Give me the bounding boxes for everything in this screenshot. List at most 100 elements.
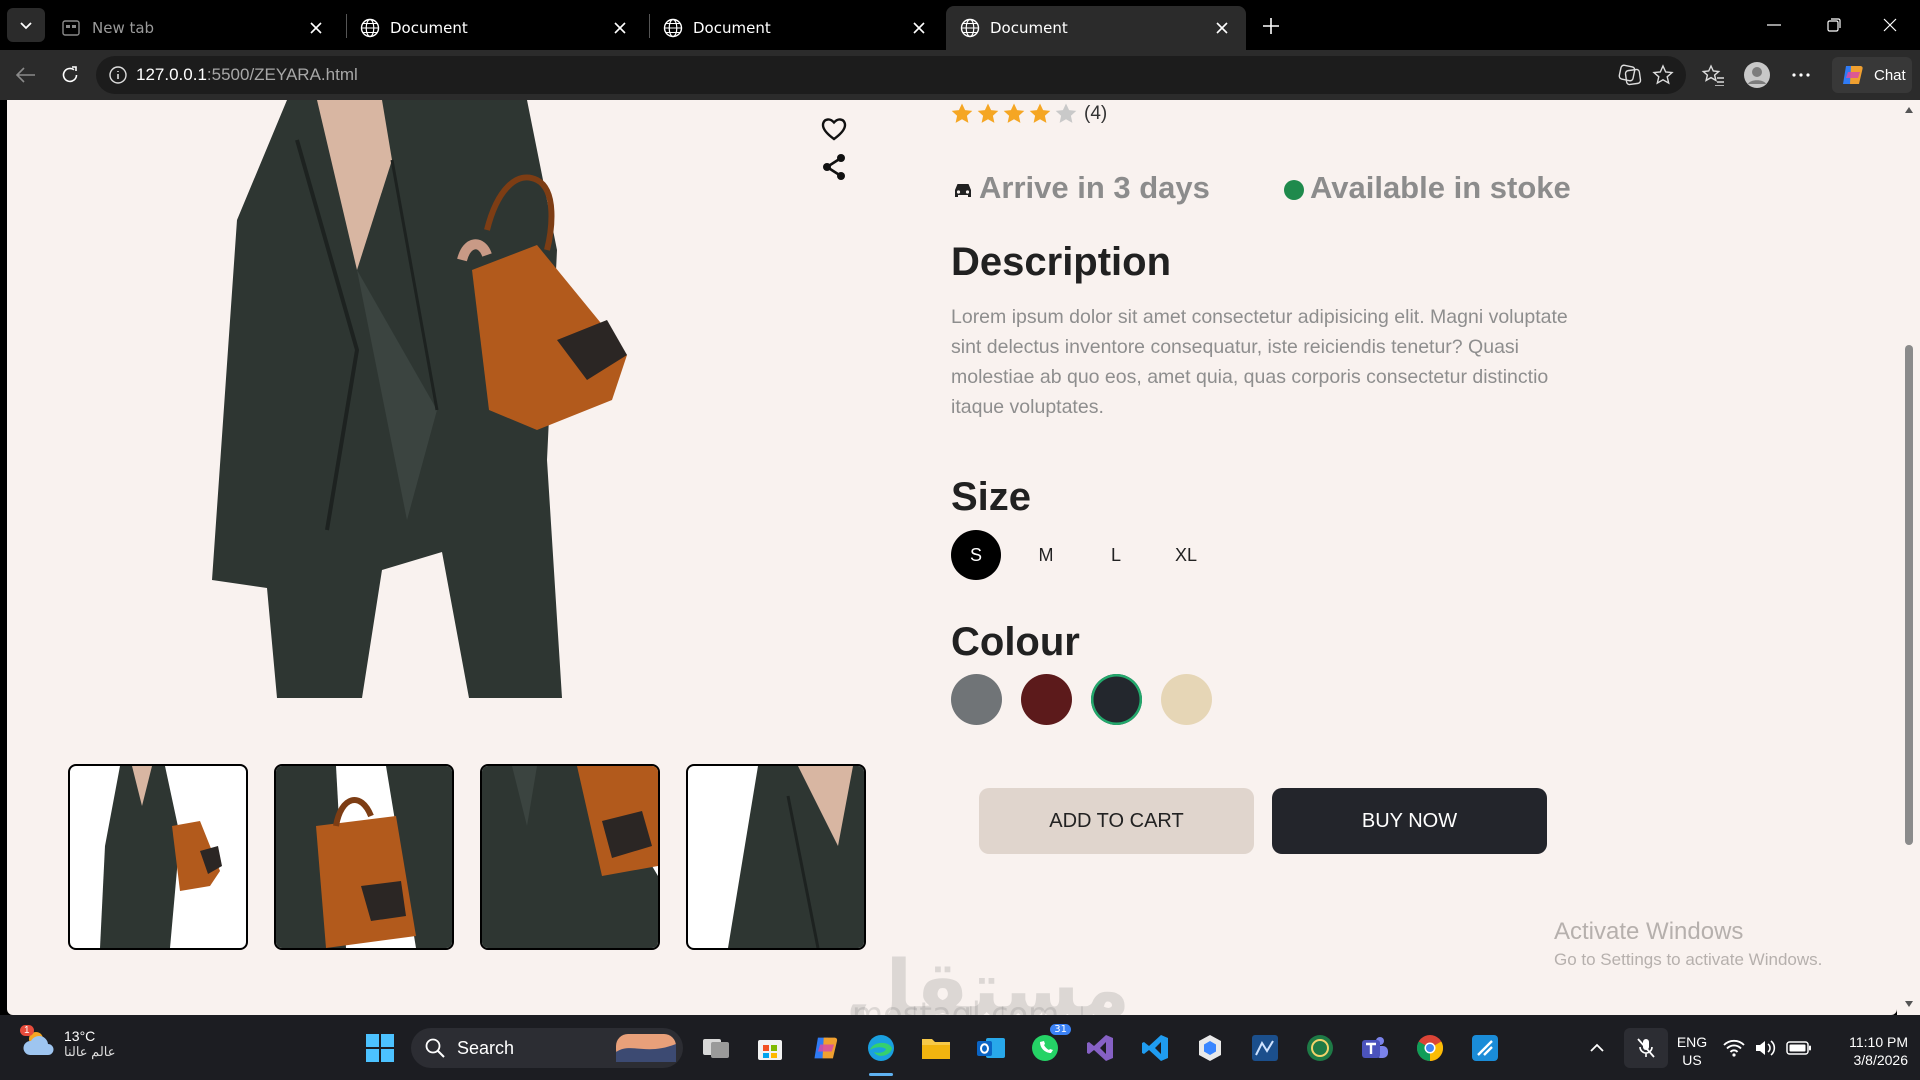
product-thumbnail[interactable] bbox=[68, 764, 248, 950]
restore-icon bbox=[1827, 18, 1841, 32]
page-scrollbar[interactable] bbox=[1897, 100, 1920, 1015]
read-aloud-icon[interactable] bbox=[1618, 64, 1642, 90]
microsoft-store-icon[interactable] bbox=[750, 1028, 790, 1068]
browser-toolbar: 127.0.0.1:5500/ZEYARA.html Chat bbox=[0, 50, 1920, 100]
plus-icon bbox=[1263, 18, 1279, 34]
arrow-left-icon bbox=[16, 67, 35, 83]
share-icon bbox=[823, 154, 845, 180]
scroll-up-arrow-icon[interactable] bbox=[1903, 104, 1915, 116]
scrollbar-thumb[interactable] bbox=[1905, 345, 1913, 845]
visual-studio-icon[interactable] bbox=[1080, 1028, 1120, 1068]
clock[interactable]: 11:10 PM 3/8/2026 bbox=[1828, 1033, 1908, 1069]
copilot-icon bbox=[1843, 66, 1863, 84]
buy-now-button[interactable]: BUY NOW bbox=[1272, 788, 1547, 854]
size-option-xl[interactable]: XL bbox=[1161, 530, 1211, 580]
new-tab-button[interactable] bbox=[1256, 14, 1286, 38]
minimize-button[interactable] bbox=[1756, 10, 1792, 40]
tab-document-active[interactable]: Document bbox=[946, 6, 1246, 50]
refresh-button[interactable] bbox=[54, 60, 86, 90]
vscode-icon[interactable] bbox=[1135, 1028, 1175, 1068]
weather-temperature: 13°C bbox=[64, 1028, 96, 1044]
heart-icon bbox=[821, 118, 847, 141]
whatsapp-badge: 31 bbox=[1050, 1024, 1071, 1035]
teams-icon[interactable] bbox=[1355, 1028, 1395, 1068]
tray-overflow-chevron-icon[interactable] bbox=[1582, 1028, 1612, 1068]
activate-windows-subtitle: Go to Settings to activate Windows. bbox=[1554, 950, 1823, 969]
star-filled-icon bbox=[1029, 103, 1051, 123]
close-window-button[interactable] bbox=[1872, 10, 1908, 40]
colour-swatch-charcoal[interactable] bbox=[1091, 674, 1142, 725]
favorites-button[interactable] bbox=[1698, 60, 1728, 90]
activate-windows-notice: Activate Windows Go to Settings to activ… bbox=[1554, 918, 1822, 970]
url-path: :5500/ZEYARA.html bbox=[206, 65, 358, 84]
tab-document-2[interactable]: Document bbox=[649, 6, 943, 50]
tab-document-1[interactable]: Document bbox=[346, 6, 644, 50]
microphone-muted-icon[interactable] bbox=[1624, 1028, 1668, 1068]
rating-count: (4) bbox=[1084, 103, 1108, 124]
tab-title: Document bbox=[693, 19, 771, 37]
weather-badge: 1 bbox=[20, 1025, 34, 1036]
weather-widget[interactable]: 1 13°C عالم عالنا bbox=[20, 1025, 116, 1061]
language-code: ENG bbox=[1676, 1034, 1708, 1050]
language-indicator[interactable]: ENG US bbox=[1672, 1033, 1712, 1069]
product-thumbnail[interactable] bbox=[480, 764, 660, 950]
start-button[interactable] bbox=[360, 1028, 400, 1068]
size-option-m[interactable]: M bbox=[1021, 530, 1071, 580]
address-bar[interactable]: 127.0.0.1:5500/ZEYARA.html bbox=[96, 56, 1686, 94]
outlook-icon[interactable] bbox=[971, 1028, 1011, 1068]
close-tab-icon[interactable] bbox=[306, 18, 326, 38]
favorite-star-icon[interactable] bbox=[1652, 64, 1674, 90]
globe-icon bbox=[663, 18, 683, 38]
file-explorer-icon[interactable] bbox=[916, 1028, 956, 1068]
profile-button[interactable] bbox=[1742, 60, 1772, 90]
app-hexagon-icon[interactable] bbox=[1190, 1028, 1230, 1068]
colour-swatch-maroon[interactable] bbox=[1021, 674, 1072, 725]
watermark-url: mostaql.com bbox=[852, 995, 1060, 1015]
close-tab-icon[interactable] bbox=[1212, 18, 1232, 38]
quran-app-icon[interactable] bbox=[1300, 1028, 1340, 1068]
wifi-icon[interactable] bbox=[1720, 1028, 1748, 1068]
tab-actions-menu-button[interactable] bbox=[7, 8, 45, 42]
tab-title: New tab bbox=[92, 19, 155, 37]
taskbar-search[interactable]: Search bbox=[411, 1028, 683, 1068]
weather-location: عالم عالنا bbox=[64, 1044, 116, 1059]
product-thumbnail[interactable] bbox=[274, 764, 454, 950]
sql-app-icon[interactable] bbox=[1245, 1028, 1285, 1068]
settings-more-button[interactable] bbox=[1786, 60, 1816, 90]
back-button[interactable] bbox=[10, 60, 42, 90]
add-to-cart-button[interactable]: ADD TO CART bbox=[979, 788, 1254, 854]
copilot-chat-button[interactable]: Chat bbox=[1832, 57, 1912, 93]
star-filled-icon bbox=[1003, 103, 1025, 123]
activate-windows-title: Activate Windows bbox=[1554, 918, 1744, 945]
close-tab-icon[interactable] bbox=[610, 18, 630, 38]
url-text: 127.0.0.1:5500/ZEYARA.html bbox=[136, 65, 358, 85]
delivery-text: Arrive in 3 days bbox=[979, 170, 1210, 205]
refresh-icon bbox=[62, 66, 78, 83]
edge-browser-icon[interactable] bbox=[861, 1028, 901, 1076]
colour-swatch-grey[interactable] bbox=[951, 674, 1002, 725]
size-option-l[interactable]: L bbox=[1091, 530, 1141, 580]
scroll-down-arrow-icon[interactable] bbox=[1903, 998, 1915, 1010]
delivery-info: Arrive in 3 days bbox=[951, 170, 1210, 206]
chevron-down-icon bbox=[20, 22, 32, 30]
snipping-tool-icon[interactable] bbox=[1465, 1028, 1505, 1068]
close-tab-icon[interactable] bbox=[909, 18, 929, 38]
site-info-icon[interactable] bbox=[108, 65, 128, 89]
wishlist-heart-button[interactable] bbox=[819, 114, 849, 144]
chrome-icon[interactable] bbox=[1410, 1028, 1450, 1068]
product-thumbnail[interactable] bbox=[686, 764, 866, 950]
task-view-icon[interactable] bbox=[696, 1028, 736, 1068]
colour-swatch-beige[interactable] bbox=[1161, 674, 1212, 725]
battery-icon[interactable] bbox=[1784, 1028, 1814, 1068]
weather-cloud-icon: 1 bbox=[20, 1025, 56, 1061]
search-highlight-icon bbox=[616, 1034, 676, 1062]
restore-button[interactable] bbox=[1816, 10, 1852, 40]
copilot-app-icon[interactable] bbox=[806, 1028, 846, 1068]
product-main-image bbox=[207, 100, 707, 698]
tab-new-tab[interactable]: New tab bbox=[48, 6, 340, 50]
size-option-s[interactable]: S bbox=[951, 530, 1001, 580]
volume-icon[interactable] bbox=[1752, 1028, 1780, 1068]
share-button[interactable] bbox=[819, 152, 849, 182]
clock-date: 3/8/2026 bbox=[1853, 1052, 1909, 1068]
whatsapp-icon[interactable]: 31 bbox=[1025, 1024, 1071, 1068]
